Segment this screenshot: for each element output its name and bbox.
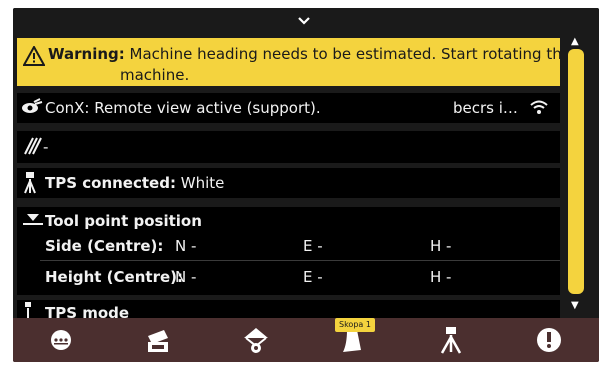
tps-mode-row[interactable]: TPS mode (17, 300, 560, 318)
tripod-icon[interactable] (431, 324, 471, 356)
scroll-down-arrow-icon[interactable]: ▼ (571, 300, 579, 311)
bucket-tooltip: Skopa 1 (335, 318, 375, 332)
warning-text: Warning: Machine heading needs to be est… (48, 45, 560, 63)
remote-view-row[interactable]: ConX: Remote view active (support). becr… (17, 93, 560, 123)
tool-point-icon (23, 212, 43, 230)
height-n-value: N - (175, 268, 197, 286)
remote-view-text: ConX: Remote view active (support). (45, 99, 321, 117)
tps-connected-row[interactable]: TPS connected: White (17, 168, 560, 198)
menu-icon[interactable] (41, 324, 81, 356)
warning-banner[interactable]: Warning: Machine heading needs to be est… (17, 38, 560, 86)
remote-status-text: becrs i… (453, 99, 518, 117)
status-list: Warning: Machine heading needs to be est… (17, 36, 560, 318)
machine-view-icon[interactable] (236, 324, 276, 356)
tps-connected-text: TPS connected: White (45, 174, 224, 192)
alert-icon[interactable] (529, 324, 569, 356)
tool-point-position-panel[interactable]: Tool point position Side (Centre): N - E… (17, 207, 560, 295)
machine-info-row[interactable]: - (17, 131, 560, 163)
tps-connected-label: TPS connected: (45, 174, 176, 192)
machine-info-value: - (43, 138, 49, 156)
height-h-value: H - (430, 268, 452, 286)
collapse-chevron-icon[interactable] (289, 11, 319, 31)
warning-message-line2: machine. (120, 66, 190, 84)
tps-tripod-icon (23, 172, 37, 198)
tps-mode-label: TPS mode (45, 304, 130, 318)
warning-icon (22, 44, 46, 66)
side-e-value: E - (303, 237, 323, 255)
scrollbar[interactable]: ▲ ▼ (566, 36, 586, 318)
bottom-nav-bar: Skopa 1 (13, 318, 599, 362)
camera-layer-icon[interactable] (138, 324, 178, 356)
wifi-icon (530, 99, 548, 119)
height-e-value: E - (303, 268, 323, 286)
side-n-value: N - (175, 237, 197, 255)
height-centre-label: Height (Centre): (45, 268, 183, 286)
warning-message-line1: Machine heading needs to be estimated. S… (129, 45, 560, 63)
tps-connected-value: White (180, 174, 225, 192)
app-frame: Warning: Machine heading needs to be est… (13, 8, 599, 362)
top-bar (13, 8, 599, 34)
tps-mode-icon (23, 302, 33, 318)
side-centre-label: Side (Centre): (45, 237, 164, 255)
tool-point-title: Tool point position (45, 212, 202, 230)
scroll-up-arrow-icon[interactable]: ▲ (571, 36, 579, 47)
side-h-value: H - (430, 237, 452, 255)
remote-eye-icon (21, 98, 43, 120)
machine-tracks-icon (23, 137, 43, 159)
warning-label: Warning: (48, 45, 125, 63)
row-divider (40, 260, 560, 261)
scrollbar-thumb[interactable] (568, 49, 584, 294)
